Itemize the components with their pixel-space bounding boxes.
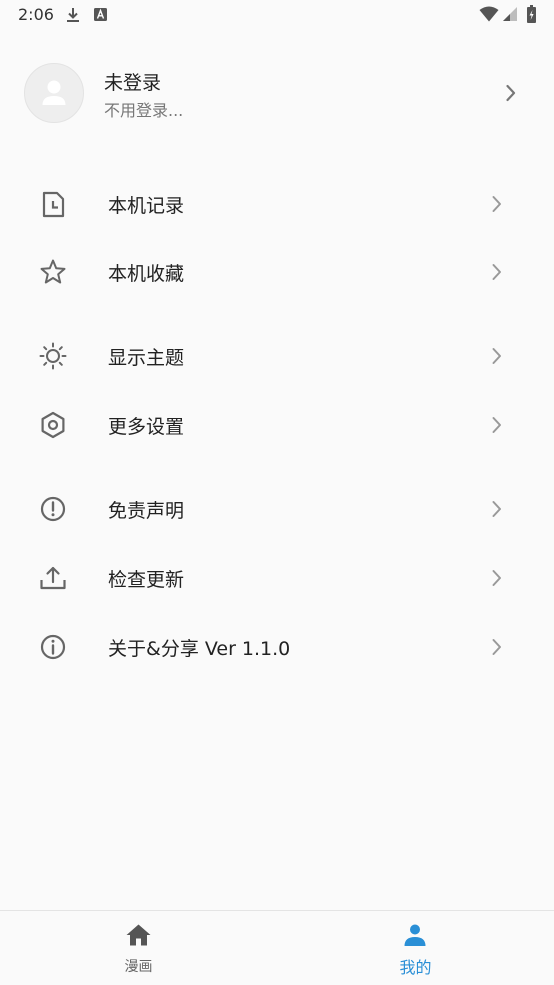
battery-icon xyxy=(527,5,536,23)
home-icon xyxy=(126,924,151,946)
download-icon xyxy=(67,8,79,22)
menu-item-disclaimer[interactable]: 免责声明 xyxy=(0,480,554,536)
star-outline-icon xyxy=(40,259,66,284)
user-placeholder-icon xyxy=(42,80,66,105)
signal-icon xyxy=(503,7,517,21)
menu-item-local-history[interactable]: 本机记录 xyxy=(0,175,554,231)
tab-me[interactable]: 我的 xyxy=(277,911,554,985)
menu-item-label: 关于&分享 Ver 1.1.0 xyxy=(108,638,291,660)
menu-item-about-share[interactable]: 关于&分享 Ver 1.1.0 xyxy=(0,618,554,674)
menu-item-label: 显示主题 xyxy=(108,347,185,369)
menu-item-label: 免责声明 xyxy=(108,500,185,522)
menu-item-label: 检查更新 xyxy=(108,569,185,591)
upload-icon xyxy=(40,566,66,590)
menu-item-label: 更多设置 xyxy=(108,416,185,438)
chevron-right-icon xyxy=(492,264,501,280)
menu-item-check-update[interactable]: 检查更新 xyxy=(0,549,554,605)
status-bar: 2:06 xyxy=(0,0,554,30)
menu-item-label: 本机收藏 xyxy=(108,263,185,285)
wifi-icon xyxy=(479,6,499,22)
info-circle-icon xyxy=(40,634,66,660)
profile-header[interactable]: 未登录 不用登录... xyxy=(0,48,554,140)
chevron-right-icon xyxy=(506,84,516,102)
tab-manga[interactable]: 漫画 xyxy=(0,911,277,985)
chevron-right-icon xyxy=(492,196,501,212)
chevron-right-icon xyxy=(492,501,501,517)
bottom-navigation: 漫画 我的 xyxy=(0,910,554,985)
tab-label: 漫画 xyxy=(124,959,153,975)
chevron-right-icon xyxy=(492,570,501,586)
chevron-right-icon xyxy=(492,417,501,433)
tab-label: 我的 xyxy=(399,958,432,977)
settings-hexagon-icon xyxy=(41,411,65,439)
person-icon xyxy=(404,924,426,946)
chevron-right-icon xyxy=(492,639,501,655)
menu-item-display-theme[interactable]: 显示主题 xyxy=(0,327,554,383)
menu-item-more-settings[interactable]: 更多设置 xyxy=(0,396,554,452)
alert-circle-icon xyxy=(40,496,66,522)
brightness-icon xyxy=(39,342,67,370)
history-file-icon xyxy=(42,191,65,218)
chevron-right-icon xyxy=(492,348,501,364)
profile-name: 未登录 xyxy=(104,72,162,94)
menu-item-label: 本机记录 xyxy=(108,195,185,217)
menu-item-local-favorites[interactable]: 本机收藏 xyxy=(0,243,554,299)
profile-subtitle: 不用登录... xyxy=(104,101,184,120)
a-notification-icon xyxy=(94,8,107,21)
avatar[interactable] xyxy=(24,63,84,123)
status-time: 2:06 xyxy=(18,5,54,24)
